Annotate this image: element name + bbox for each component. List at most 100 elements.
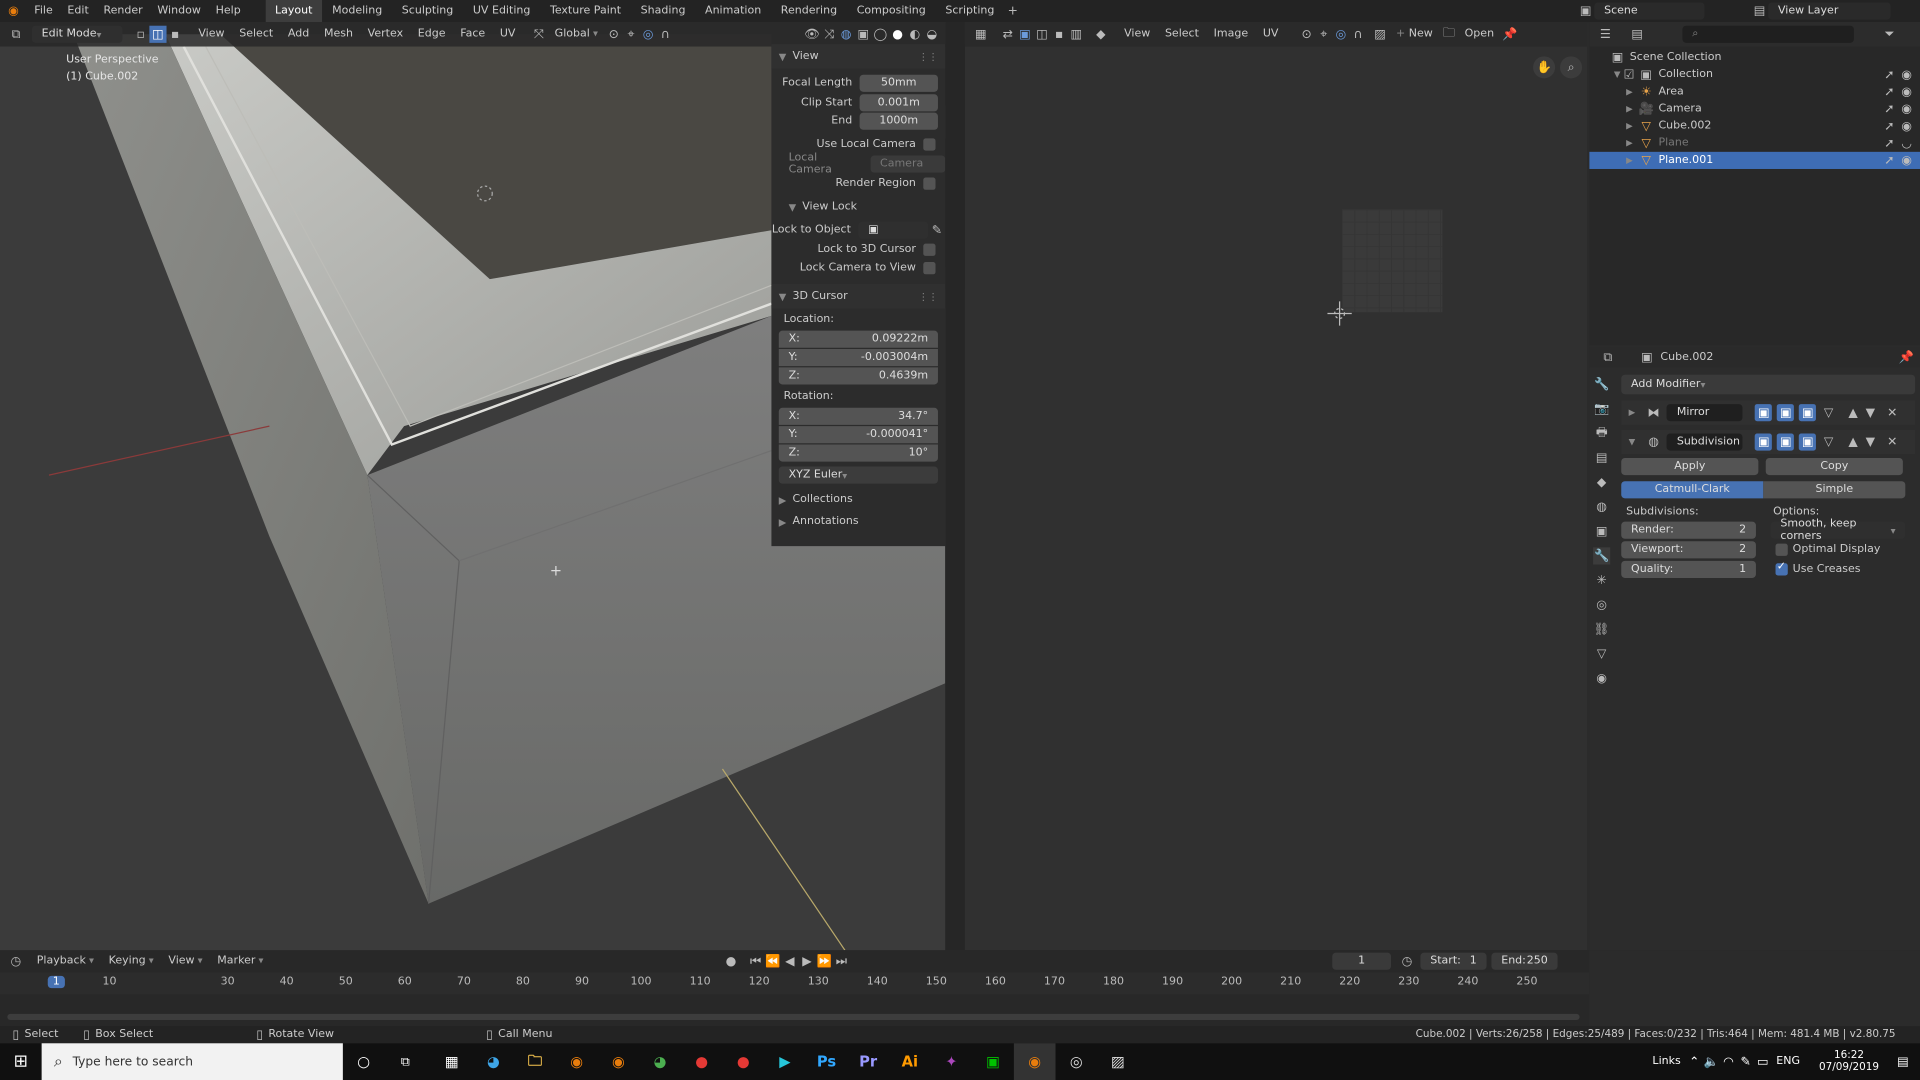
particles-tab-icon[interactable]: ✳ [1593,572,1610,589]
copy-button[interactable]: Copy [1765,457,1903,476]
eyedropper-icon[interactable]: ✎ [928,222,945,239]
shading-render-icon[interactable]: ◒ [923,26,940,43]
viewport-levels-field[interactable]: Viewport: 2 [1621,541,1756,559]
tab-rendering[interactable]: Rendering [771,0,847,22]
play-icon[interactable]: ▶ [798,953,815,970]
select-arrow-icon[interactable]: ➚ [1881,100,1898,117]
edit-cage-icon[interactable]: ▣ [1755,404,1773,422]
scene-collection-label[interactable]: Scene Collection [1630,51,1722,63]
select-mode-face-icon[interactable]: ▪ [167,26,184,43]
output-tab-icon[interactable]: 🖶 [1593,425,1610,442]
apply-button[interactable]: Apply [1621,457,1759,476]
edge-icon[interactable]: ◕ [473,1043,515,1080]
notifications-icon[interactable]: ▤ [1886,1053,1920,1070]
viewport-menu-face[interactable]: Face [453,28,493,40]
expand-arrow-icon[interactable]: ▶ [1626,138,1633,148]
tab-compositing[interactable]: Compositing [847,0,936,22]
collection-label[interactable]: Collection [1658,69,1713,81]
3d-cursor-header[interactable]: 3D Cursor [792,290,847,302]
catmull-clark-button[interactable]: Catmull-Clark [1621,481,1764,499]
network-icon[interactable]: ◠ [1720,1053,1737,1070]
viewport-menu-edge[interactable]: Edge [410,28,452,40]
lock-to-cursor-checkbox[interactable] [923,243,936,256]
render-region-checkbox[interactable] [923,177,936,190]
data-tab-icon[interactable]: ▽ [1593,645,1610,662]
cursor-loc-z-field[interactable]: Z: 0.4639m [778,367,938,385]
new-image-button[interactable]: + New [1389,28,1440,40]
select-arrow-icon[interactable]: ➚ [1881,152,1898,169]
remove-modifier-icon[interactable]: ✕ [1884,404,1901,421]
physics-tab-icon[interactable]: ◎ [1593,596,1610,613]
focal-length-field[interactable]: 50mm [859,74,938,92]
app-red-icon[interactable]: ● [681,1043,723,1080]
tab-modeling[interactable]: Modeling [322,0,392,22]
cursor-rot-x-field[interactable]: X: 34.7° [778,407,938,425]
line-icon[interactable]: ▣ [972,1043,1014,1080]
render-tab-icon[interactable]: 📷 [1593,400,1610,417]
zoom-view-icon[interactable]: ⌕ [1560,56,1583,79]
move-down-icon[interactable]: ▼ [1862,404,1879,421]
scene-tab-icon[interactable]: ◆ [1593,474,1610,491]
sub-render-icon[interactable]: ▽ [1820,433,1837,450]
annotations-panel-header[interactable]: Annotations [792,516,858,528]
uv-island-icon[interactable]: ▥ [1068,26,1085,43]
input-language[interactable]: ENG [1776,1056,1800,1068]
render-icon[interactable]: ▽ [1820,404,1837,421]
next-keyframe-icon[interactable]: ⏩ [816,953,833,970]
taskbar-search[interactable]: ⌕ Type here to search [41,1043,343,1080]
sub-move-down-icon[interactable]: ▼ [1862,433,1879,450]
illustrator-icon[interactable]: Ai [889,1043,931,1080]
jump-end-icon[interactable]: ⏭ [833,953,850,970]
clock-date[interactable]: 07/09/2019 [1812,1062,1885,1074]
eye-icon[interactable]: ◉ [1898,152,1915,169]
world-tab-icon[interactable]: ◍ [1593,498,1610,515]
edit-mode-icon[interactable]: ▣ [1777,404,1795,422]
visibility-icon[interactable]: 👁 [803,26,820,43]
falloff-icon[interactable]: ∩ [657,26,674,43]
end-frame-field[interactable]: End: 250 [1491,952,1558,970]
frame-ruler[interactable]: 1 10 30 40 50 60 70 80 90 100 110 120 130 140 150 160 17… [0,972,1590,995]
view-layer-selector[interactable]: View Layer [1768,2,1891,20]
windows-start-icon[interactable]: ⊞ [0,1043,42,1080]
timeline-type-icon[interactable]: ◷ [7,953,24,970]
sub-edit-mode-icon[interactable]: ▣ [1777,433,1795,451]
add-workspace-icon[interactable]: + [1004,2,1021,19]
uv-vertex-icon[interactable]: ▣ [1016,26,1033,43]
viewport-menu-uv[interactable]: UV [493,28,523,40]
mirror-name-field[interactable]: Mirror [1667,404,1743,422]
timeline-menu-view[interactable]: View [161,955,210,967]
photoshop-icon[interactable]: Ps [806,1043,848,1080]
viewport-menu-add[interactable]: Add [281,28,317,40]
properties-type-icon[interactable]: ⧉ [1599,349,1616,366]
mode-selector[interactable]: Edit Mode [31,25,123,43]
proportional-edit-icon[interactable]: ◎ [639,26,656,43]
timeline-menu-marker[interactable]: Marker [210,955,271,967]
collections-panel-header[interactable]: Collections [792,493,852,505]
play-reverse-icon[interactable]: ◀ [781,953,798,970]
render-levels-field[interactable]: Render: 2 [1621,521,1756,539]
image-editor[interactable]: ▦ ⇄ ▣ ◫ ▪ ▥ ◆ View Select Image UV ⊙ ⌖ ◎ ∩ … [964,22,1587,951]
clock-time[interactable]: 16:22 [1812,1049,1885,1061]
image-editor-type-icon[interactable]: ▦ [972,26,989,43]
select-mode-edge-icon[interactable]: ◫ [149,25,167,43]
eye-icon[interactable]: ◉ [1898,100,1915,117]
quality-field[interactable]: Quality: 1 [1621,560,1756,578]
view-panel-header[interactable]: View [792,50,818,62]
blender-logo-icon[interactable]: ◉ [5,2,22,19]
task-view-icon[interactable]: ⧉ [384,1053,426,1070]
scene-selector[interactable]: Scene [1594,2,1705,20]
uv-snap-icon[interactable]: ⌖ [1315,26,1332,43]
clip-start-field[interactable]: 0.001m [859,93,938,111]
viewport-menu-mesh[interactable]: Mesh [317,28,361,40]
tab-texture-paint[interactable]: Texture Paint [540,0,631,22]
prev-keyframe-icon[interactable]: ⏪ [764,953,781,970]
pin-icon[interactable]: 📌 [1501,26,1518,43]
record-icon[interactable]: ● [722,953,739,970]
tool-tab-icon[interactable]: 🔧 [1593,376,1610,393]
image-browse-icon[interactable]: ▨ [1372,26,1389,43]
current-frame-field[interactable]: 1 [1332,952,1392,970]
use-local-camera-checkbox[interactable] [923,138,936,151]
expand-arrow-icon[interactable]: ▶ [1626,121,1633,131]
eye-icon[interactable]: ◉ [1898,66,1915,83]
add-modifier-dropdown[interactable]: Add Modifier [1621,374,1916,395]
